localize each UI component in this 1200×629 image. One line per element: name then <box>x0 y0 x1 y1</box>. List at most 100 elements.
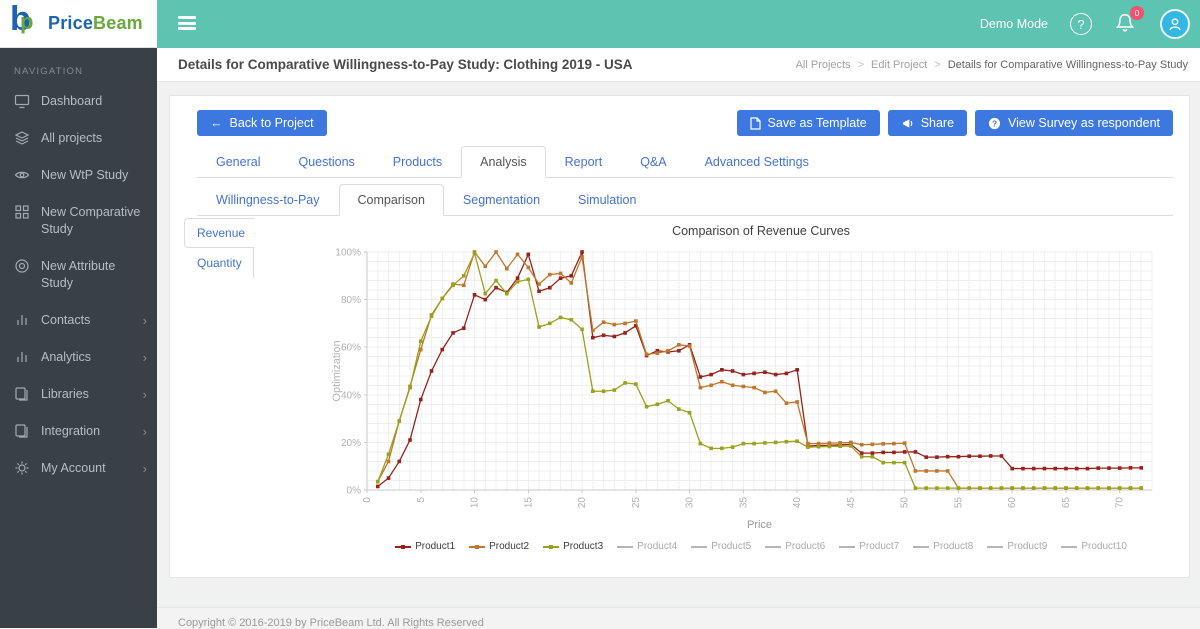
demo-mode-label: Demo Mode <box>979 17 1048 31</box>
legend-item-product9[interactable]: Product9 <box>987 541 1047 552</box>
breadcrumb-separator: > <box>934 58 941 71</box>
bars-icon <box>17 352 27 362</box>
gear-icon <box>15 461 29 475</box>
eye-icon <box>14 171 30 179</box>
legend-item-product2[interactable]: Product2 <box>469 541 529 552</box>
nav-section-label: NAVIGATION <box>14 66 84 77</box>
legend-label: Product10 <box>1081 541 1127 552</box>
legend-item-product6[interactable]: Product6 <box>765 541 825 552</box>
subtab-segmentation[interactable]: Segmentation <box>444 184 559 216</box>
legend-item-product1[interactable]: Product1 <box>395 541 455 552</box>
legend-swatch <box>1061 545 1078 548</box>
sidebar-item-contacts[interactable]: Contacts › <box>0 302 157 339</box>
svg-text:10: 10 <box>470 497 481 509</box>
subtab-simulation[interactable]: Simulation <box>559 184 655 216</box>
series-line-product2 <box>377 250 1142 489</box>
svg-text:15: 15 <box>523 497 534 509</box>
series-line-product1 <box>377 249 1142 487</box>
svg-text:?: ? <box>992 118 997 128</box>
revenue-comparison-chart: 0% 20% 40% 60% 80% 100% 0 5 10 15 20 25 30 35 40 45 50 55… <box>330 240 1162 537</box>
sidebar-item-analytics[interactable]: Analytics › <box>0 339 157 376</box>
legend-swatch <box>913 545 930 548</box>
tab-analysis[interactable]: Analysis <box>461 146 546 178</box>
legend-item-product7[interactable]: Product7 <box>839 541 899 552</box>
legend-item-product4[interactable]: Product4 <box>617 541 677 552</box>
sidebar-item-all-projects[interactable]: All projects <box>0 120 157 157</box>
tab-q-a[interactable]: Q&A <box>621 146 685 178</box>
tab-products[interactable]: Products <box>374 146 461 178</box>
svg-text:Price: Price <box>747 519 772 531</box>
legend-item-product10[interactable]: Product10 <box>1061 541 1127 552</box>
sidebar-item-label: Analytics <box>41 350 92 364</box>
legend-label: Product6 <box>785 541 826 552</box>
page-header: Details for Comparative Willingness-to-P… <box>157 48 1200 82</box>
tab-general[interactable]: General <box>197 146 279 178</box>
page-footer: Copyright © 2016-2019 by PriceBeam Ltd. … <box>157 607 1200 629</box>
menu-toggle-icon[interactable] <box>178 16 196 30</box>
legend-item-product3[interactable]: Product3 <box>543 541 603 552</box>
svg-text:0%: 0% <box>347 486 362 497</box>
analysis-tab-bar: Willingness-to-Pay Comparison Segmentation… <box>197 184 1173 216</box>
legend-item-product5[interactable]: Product5 <box>691 541 751 552</box>
copy-icon <box>15 387 28 401</box>
svg-text:30: 30 <box>685 497 696 509</box>
svg-text:20%: 20% <box>341 438 361 449</box>
chart-title: Comparison of Revenue Curves <box>672 224 850 238</box>
sidebar-item-new-comparative-study[interactable]: New Comparative Study <box>0 194 157 248</box>
tab-advanced-settings[interactable]: Advanced Settings <box>686 146 828 178</box>
legend-swatch <box>839 545 856 548</box>
share-button[interactable]: Share <box>887 110 968 136</box>
copy-icon <box>15 424 28 438</box>
legend-item-product8[interactable]: Product8 <box>913 541 973 552</box>
copyright-text: Copyright © 2016-2019 by PriceBeam Ltd. … <box>178 617 484 629</box>
app-logo[interactable]: bp PriceBeam <box>0 0 157 48</box>
megaphone-icon <box>902 118 913 128</box>
grid-icon <box>15 205 29 219</box>
back-to-project-button[interactable]: ← Back to Project <box>197 110 327 136</box>
legend-label: Product5 <box>711 541 752 552</box>
legend-swatch <box>469 544 486 549</box>
breadcrumb-item: Details for Comparative Willingness-to-P… <box>947 58 1188 71</box>
breadcrumb-item[interactable]: All Projects <box>796 59 851 71</box>
legend-label: Product7 <box>859 541 900 552</box>
sidebar-item-label: New Attribute Study <box>41 259 116 290</box>
svg-text:35: 35 <box>738 497 749 509</box>
svg-text:5: 5 <box>416 497 427 503</box>
legend-swatch <box>543 544 560 549</box>
notifications-button[interactable]: 0 <box>1114 6 1144 37</box>
view-survey-button[interactable]: ? View Survey as respondent <box>975 110 1173 136</box>
help-icon[interactable]: ? <box>1070 13 1092 35</box>
sidebar-item-dashboard[interactable]: Dashboard <box>0 83 157 120</box>
bars-icon <box>17 315 27 325</box>
legend-label: Product1 <box>415 541 456 552</box>
svg-text:100%: 100% <box>335 248 361 259</box>
breadcrumb-separator: > <box>857 58 865 71</box>
sidebar-item-integration[interactable]: Integration › <box>0 413 157 450</box>
legend-label: Product2 <box>489 541 530 552</box>
question-circle-icon: ? <box>988 117 1001 129</box>
chart-area: Comparison of Revenue Curves 0% 20% 40% 60%… <box>330 224 1162 552</box>
user-avatar[interactable] <box>1160 9 1190 39</box>
sidebar-item-label: Libraries <box>41 387 89 401</box>
viewtab-quantity[interactable]: Quantity <box>184 248 254 278</box>
save-as-template-button[interactable]: Save as Template <box>736 110 880 136</box>
sidebar-item-label: New WtP Study <box>41 168 129 182</box>
chevron-right-icon: › <box>142 350 147 365</box>
sidebar-item-new-wtp-study[interactable]: New WtP Study <box>0 157 157 194</box>
chevron-right-icon: › <box>142 387 147 402</box>
tab-questions[interactable]: Questions <box>279 146 373 178</box>
breadcrumb: All Projects > Edit Project > Details for Co… <box>796 59 1188 71</box>
page-title: Details for Comparative Willingness-to-P… <box>178 57 633 72</box>
sidebar-item-label: Dashboard <box>41 94 103 108</box>
chevron-right-icon: › <box>142 461 147 476</box>
tab-report[interactable]: Report <box>546 146 622 178</box>
subtab-comparison[interactable]: Comparison <box>338 184 444 216</box>
breadcrumb-item[interactable]: Edit Project <box>871 59 927 71</box>
sidebar-item-new-attribute-study[interactable]: New Attribute Study <box>0 248 157 302</box>
viewtab-revenue[interactable]: Revenue <box>184 218 255 248</box>
legend-swatch <box>765 545 782 548</box>
subtab-willingness-to-pay[interactable]: Willingness-to-Pay <box>197 184 339 216</box>
sidebar-item-my-account[interactable]: My Account › <box>0 450 157 487</box>
sidebar-item-label: My Account <box>41 461 106 475</box>
sidebar-item-libraries[interactable]: Libraries › <box>0 376 157 413</box>
